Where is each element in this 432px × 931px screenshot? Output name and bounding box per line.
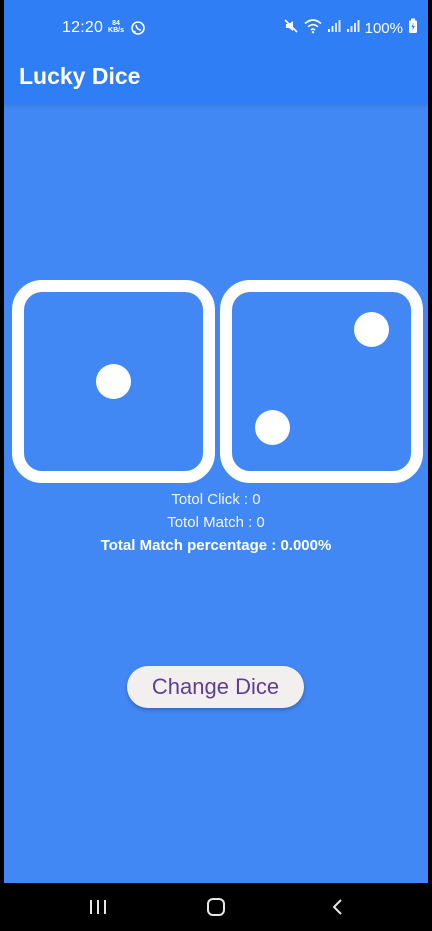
battery-charging-icon bbox=[408, 18, 418, 39]
wifi-icon bbox=[304, 18, 322, 39]
back-icon[interactable] bbox=[323, 895, 353, 919]
left-dice-face-one bbox=[12, 280, 215, 483]
recent-apps-icon[interactable] bbox=[84, 895, 114, 919]
battery-percentage: 100% bbox=[364, 19, 403, 37]
data-rate-indicator: 84 KB/s bbox=[108, 20, 124, 34]
match-percentage-text: Total Match percentage : 0.000% bbox=[100, 537, 332, 554]
signal-icon bbox=[346, 19, 360, 38]
whatsapp-icon bbox=[130, 20, 146, 41]
system-navigation-bar bbox=[0, 883, 432, 931]
total-match-text: Totol Match : 0 bbox=[167, 514, 265, 531]
app-bar: Lucky Dice bbox=[4, 56, 428, 105]
status-bar: 12:20 84 KB/s 100% bbox=[4, 0, 428, 56]
dice-pip bbox=[255, 410, 290, 445]
dice-pip bbox=[354, 312, 389, 347]
total-click-text: Totol Click : 0 bbox=[171, 491, 261, 508]
dice-pip bbox=[96, 364, 131, 399]
right-dice-face-two bbox=[220, 280, 423, 483]
signal-icon bbox=[327, 19, 341, 38]
status-icons: 100% bbox=[283, 17, 418, 39]
data-rate-value: 84 bbox=[112, 20, 120, 27]
mute-icon bbox=[283, 18, 299, 39]
status-time: 12:20 bbox=[62, 19, 104, 36]
app-screen: 12:20 84 KB/s 100% Lucky Dice Totol Clic… bbox=[4, 0, 428, 931]
data-rate-unit: KB/s bbox=[108, 27, 124, 34]
home-icon[interactable] bbox=[201, 895, 231, 919]
change-dice-button[interactable]: Change Dice bbox=[127, 666, 304, 708]
app-title: Lucky Dice bbox=[19, 63, 141, 89]
